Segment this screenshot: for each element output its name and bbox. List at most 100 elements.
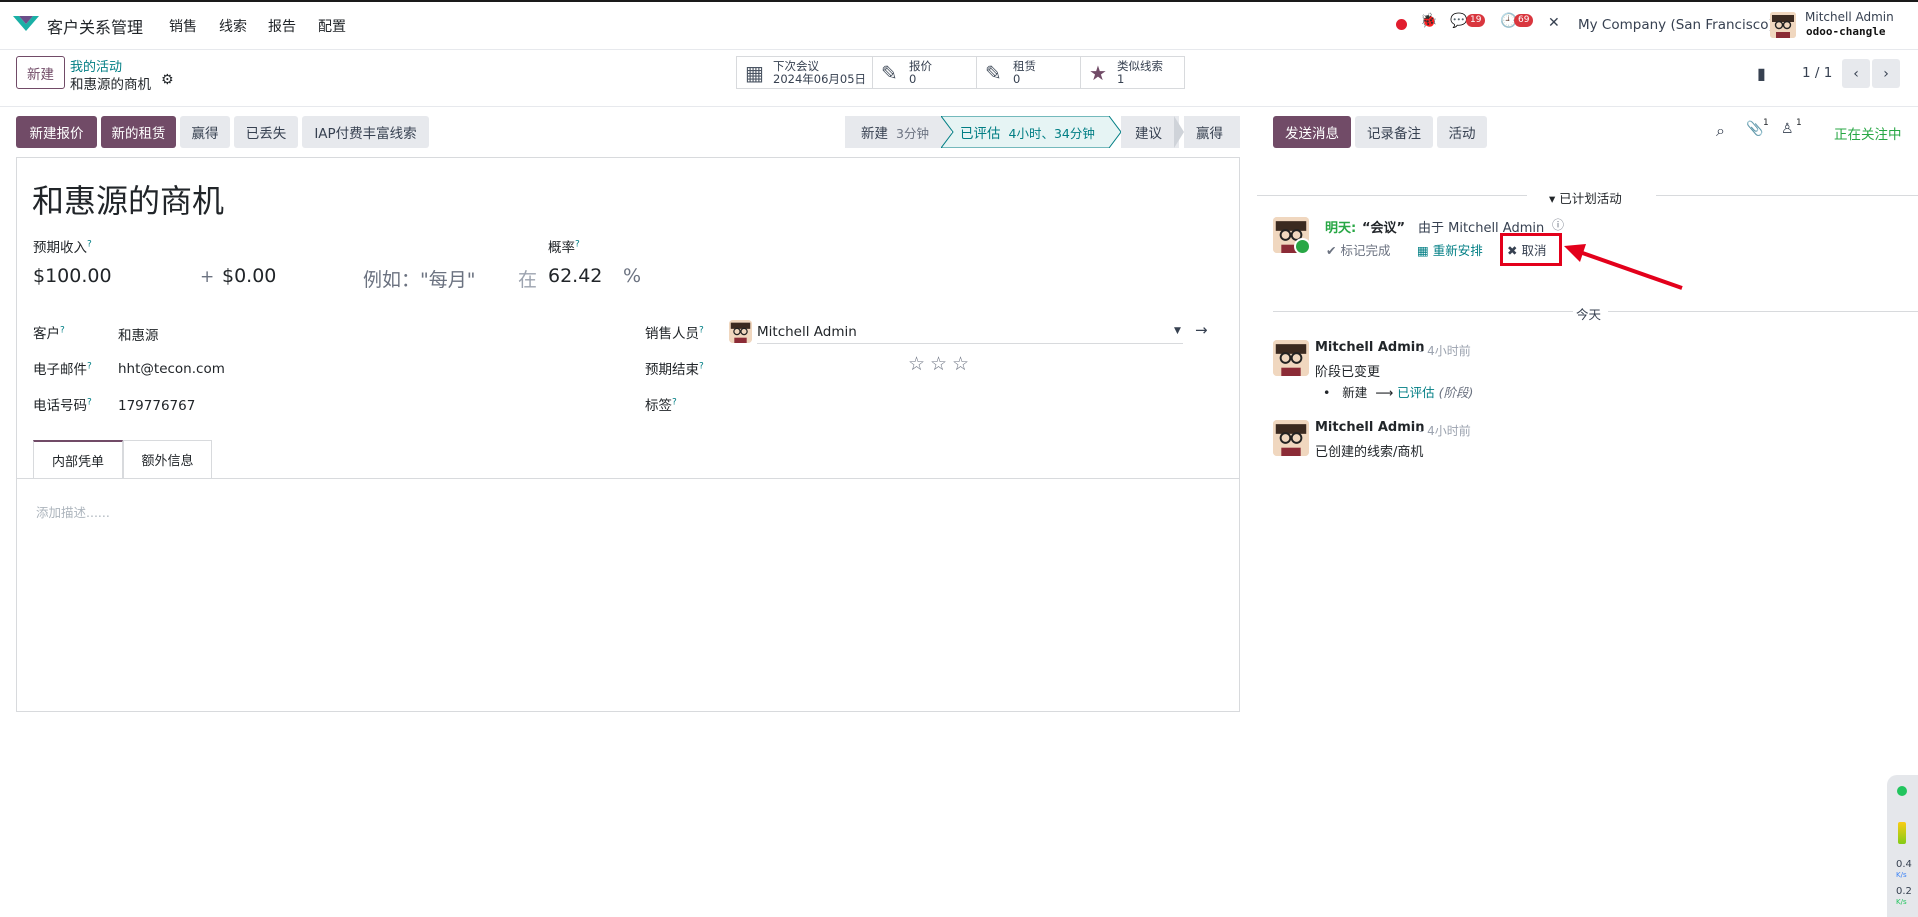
smart-button-rentals[interactable]: ✎ 租赁 0 — [976, 56, 1081, 89]
send-message-button[interactable]: 发送消息 — [1273, 116, 1351, 148]
messages-icon[interactable]: 💬 — [1450, 13, 1467, 29]
info-icon[interactable]: ⓘ — [1552, 216, 1564, 233]
message-body: 已创建的线索/商机 — [1315, 445, 1424, 460]
stage-separator — [1174, 116, 1184, 148]
pager-next-button[interactable]: › — [1872, 59, 1900, 88]
messages-badge: 19 — [1466, 14, 1486, 27]
mark-lost-button[interactable]: 已丢失 — [234, 116, 298, 148]
salesperson-avatar — [729, 320, 752, 343]
user-name[interactable]: Mitchell Admin — [1805, 10, 1894, 24]
user-avatar[interactable] — [1770, 12, 1796, 38]
bookmark-icon[interactable]: ▮ — [1757, 64, 1766, 83]
menu-config[interactable]: 配置 — [318, 16, 346, 36]
meter-bar-icon — [1898, 822, 1906, 844]
stage-won[interactable]: 赢得 — [1184, 116, 1240, 148]
attachments-count: 1 — [1763, 118, 1769, 128]
reschedule-link[interactable]: ▦ 重新安排 — [1417, 240, 1483, 259]
tracking-change: • 新建 ⟶ 已评估 (阶段) — [1323, 385, 1474, 400]
tags-label: 标签? — [645, 397, 677, 415]
activity-due: 明天: — [1325, 221, 1357, 236]
menu-leads[interactable]: 线索 — [219, 16, 247, 36]
new-quotation-button[interactable]: 新建报价 — [16, 116, 97, 148]
recurring-revenue-input[interactable]: $0.00 — [222, 265, 276, 287]
tab-divider — [17, 478, 1239, 479]
followers-count: 1 — [1796, 118, 1802, 128]
expected-revenue-input[interactable]: $100.00 — [33, 265, 112, 287]
new-record-button[interactable]: 新建 — [16, 56, 65, 89]
upload-rate: 0.4 — [1896, 859, 1912, 870]
activity-status-icon — [1294, 238, 1311, 255]
at-label: 在 — [518, 269, 538, 291]
crm-app-icon[interactable] — [12, 13, 40, 35]
probability-input[interactable]: 62.42 — [548, 265, 602, 287]
internal-link-arrow-icon[interactable]: → — [1195, 321, 1208, 339]
search-icon[interactable]: ⌕ — [1716, 121, 1725, 141]
priority-star-1-icon[interactable]: ☆ — [908, 353, 925, 375]
database-name: odoo-changle — [1806, 25, 1886, 38]
plus-sign: + — [200, 267, 215, 287]
upload-unit: K/s — [1896, 871, 1907, 879]
cancel-activity-link[interactable]: ✖ 取消 — [1507, 240, 1546, 259]
mark-won-button[interactable]: 赢得 — [180, 116, 230, 148]
opportunity-title[interactable]: 和惠源的商机 — [32, 176, 224, 222]
debug-bug-icon[interactable]: 🐞 — [1420, 13, 1437, 29]
edit-icon: ✎ — [881, 60, 898, 85]
customer-field[interactable]: 和惠源 — [118, 324, 159, 344]
salesperson-field[interactable]: Mitchell Admin — [757, 324, 857, 340]
mark-done-link[interactable]: ✔ 标记完成 — [1326, 240, 1390, 259]
today-divider: 今天 — [1576, 307, 1602, 322]
divider — [1257, 195, 1527, 196]
smart-button-quotations[interactable]: ✎ 报价 0 — [872, 56, 977, 89]
phone-field[interactable]: 179776767 — [118, 398, 195, 414]
paperclip-icon[interactable]: 📎 — [1746, 121, 1763, 137]
gear-icon[interactable]: ⚙ — [161, 72, 174, 88]
stage-proposal[interactable]: 建议 — [1121, 116, 1179, 148]
planned-activities-header[interactable]: ▾ 已计划活动 — [1549, 188, 1622, 207]
message-author-avatar[interactable] — [1273, 340, 1309, 376]
email-label: 电子邮件? — [33, 361, 92, 379]
download-rate: 0.2 — [1896, 886, 1912, 897]
message-author[interactable]: Mitchell Admin — [1315, 340, 1424, 355]
divider — [0, 106, 1918, 107]
smart-button-similar-leads[interactable]: ★ 类似线索 1 — [1080, 56, 1185, 89]
smart-button-next-meeting[interactable]: ▦ 下次会议 2024年06月05日 — [736, 56, 873, 89]
new-rental-button[interactable]: 新的租赁 — [101, 116, 176, 148]
stage-new[interactable]: 新建 3分钟 — [845, 116, 951, 148]
annotation-arrow-icon — [1564, 244, 1683, 290]
iap-enrich-button[interactable]: IAP付费丰富线索 — [302, 116, 429, 148]
message-author[interactable]: Mitchell Admin — [1315, 420, 1424, 435]
star-icon: ★ — [1089, 60, 1107, 85]
message-author-avatar[interactable] — [1273, 420, 1309, 456]
following-status-button[interactable]: 正在关注中 — [1834, 123, 1902, 143]
priority-star-3-icon[interactable]: ☆ — [952, 353, 969, 375]
phone-label: 电话号码? — [33, 397, 92, 415]
email-field[interactable]: hht@tecon.com — [118, 361, 225, 377]
recurring-plan-input[interactable]: 例如："每月" — [363, 265, 475, 292]
breadcrumb-current: 和惠源的商机 — [70, 77, 151, 93]
record-indicator-icon[interactable] — [1396, 19, 1407, 30]
company-switcher[interactable]: My Company (San Francisco) — [1578, 17, 1774, 33]
pager-previous-button[interactable]: ‹ — [1842, 59, 1870, 88]
priority-star-2-icon[interactable]: ☆ — [930, 353, 947, 375]
app-title[interactable]: 客户关系管理 — [47, 14, 143, 38]
percent-sign: % — [623, 265, 642, 287]
menu-sales[interactable]: 销售 — [169, 16, 197, 36]
followers-icon[interactable]: ♙ — [1781, 121, 1794, 137]
log-note-button[interactable]: 记录备注 — [1355, 116, 1433, 148]
field-underline — [757, 343, 1183, 344]
divider — [1656, 195, 1918, 196]
description-editor[interactable]: 添加描述...... — [36, 502, 110, 521]
status-dot-icon — [1897, 786, 1907, 796]
activity-button[interactable]: 活动 — [1437, 116, 1487, 148]
calendar-icon: ▦ — [745, 60, 764, 85]
probability-label: 概率? — [548, 239, 580, 257]
dropdown-caret-icon[interactable]: ▼ — [1174, 326, 1181, 336]
tab-internal-notes[interactable]: 内部凭单 — [33, 440, 123, 478]
menu-reports[interactable]: 报告 — [268, 16, 296, 36]
message-body: 阶段已变更 — [1315, 365, 1381, 380]
tools-icon[interactable]: ✕ — [1548, 15, 1560, 31]
tab-extra-info[interactable]: 额外信息 — [123, 440, 212, 478]
pager-value[interactable]: 1 / 1 — [1802, 65, 1832, 81]
edit-icon: ✎ — [985, 60, 1002, 85]
stage-evaluated[interactable]: 已评估 4小时、34分钟 — [960, 116, 1110, 148]
